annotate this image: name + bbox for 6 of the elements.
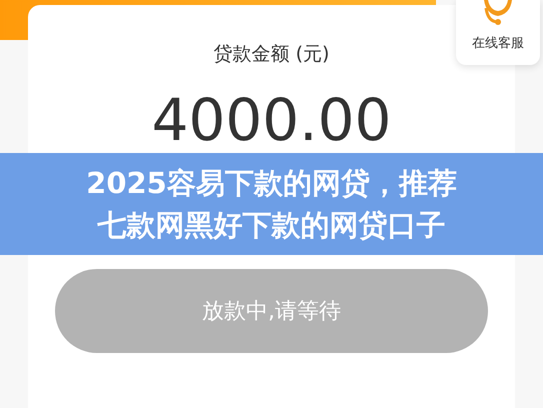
support-label: 在线客服 — [472, 35, 524, 52]
title-line: 2025容易下款的网贷，推荐 — [86, 165, 457, 202]
support-widget[interactable]: 在线客服 — [456, 0, 540, 65]
title-line: 七款网黑好下款的网贷口子 — [98, 207, 446, 244]
loan-amount-label: 贷款金额 (元) — [214, 42, 330, 67]
loan-amount: 4000.00 — [152, 91, 392, 149]
